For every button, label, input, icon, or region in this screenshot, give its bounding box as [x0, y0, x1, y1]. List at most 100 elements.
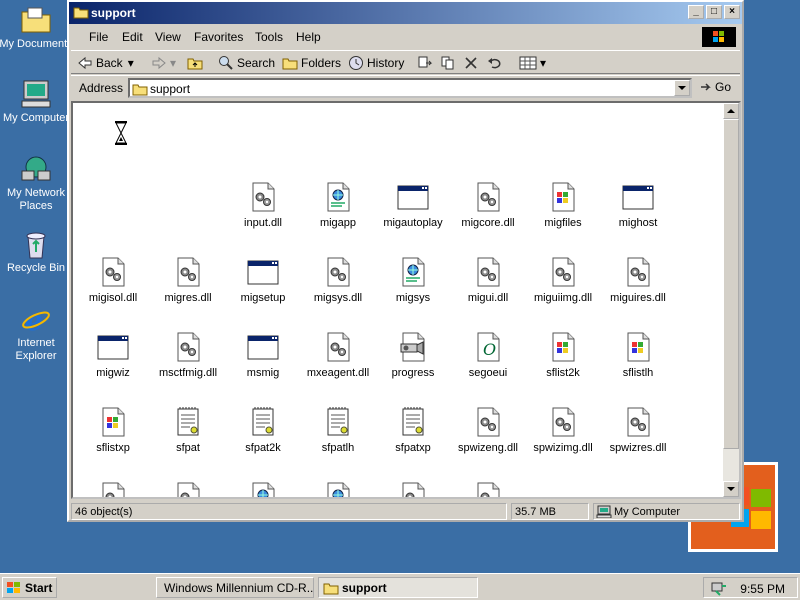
file-view[interactable]: input.dll migapp migautoplay migcore.dll mig… — [71, 101, 741, 499]
views-button[interactable]: ▾ — [519, 54, 546, 72]
taskbar-item-windows-millennium-cd[interactable]: Windows Millennium CD-R... — [156, 577, 314, 598]
vertical-scrollbar[interactable] — [723, 103, 739, 497]
file-item[interactable]: sfpat2k — [225, 406, 301, 454]
file-item[interactable]: migui.dll — [450, 256, 526, 304]
file-item[interactable]: mxeagent.dll — [300, 331, 376, 379]
file-item[interactable]: msmig — [225, 331, 301, 379]
explorer-window[interactable]: support _ □ × File Edit View Favorites T… — [67, 0, 744, 522]
taskbar-item-support[interactable]: support — [318, 577, 478, 598]
file-item[interactable]: migcore.dll — [450, 181, 526, 229]
undo-icon — [488, 58, 501, 69]
network-tray-icon[interactable] — [710, 580, 728, 596]
file-name: segoeui — [468, 367, 508, 379]
address-input[interactable]: support — [128, 78, 692, 98]
file-item[interactable]: spwizeng.dll — [450, 406, 526, 454]
file-name: migfiles — [544, 217, 582, 229]
file-name: msctfmig.dll — [158, 367, 218, 379]
menu-help[interactable]: Help — [296, 30, 321, 44]
file-item[interactable]: migsetup — [225, 256, 301, 304]
file-item[interactable]: miguiimg.dll — [525, 256, 601, 304]
file-name: miguiimg.dll — [533, 292, 593, 304]
scroll-up-button[interactable] — [723, 103, 739, 119]
file-item[interactable]: migres.dll — [150, 256, 226, 304]
dll-icon — [172, 331, 204, 363]
file-item[interactable]: sflist2k — [525, 331, 601, 379]
file-name: spwizimg.dll — [533, 442, 593, 454]
desktop-icon-internet-explorer[interactable]: e Internet Explorer — [0, 303, 73, 363]
file-item[interactable]: sflistlh — [600, 331, 676, 379]
close-button[interactable]: × — [724, 5, 740, 19]
forward-button[interactable]: ▾ — [151, 54, 176, 72]
scrollbar-thumb[interactable] — [723, 119, 739, 449]
file-item[interactable]: sflistxp — [75, 406, 151, 454]
computer-icon — [596, 505, 612, 518]
file-item[interactable]: migwiz — [75, 331, 151, 379]
menu-tools[interactable]: Tools — [255, 30, 283, 44]
start-button[interactable]: Start — [2, 577, 57, 598]
file-name: migautoplay — [383, 217, 443, 229]
file-item[interactable]: migsys.dll — [300, 256, 376, 304]
status-bar: 46 object(s) 35.7 MB My Computer — [71, 502, 740, 520]
file-name: spwizres.dll — [609, 442, 667, 454]
copy-to-button[interactable] — [440, 54, 459, 72]
minimize-button[interactable]: _ — [688, 5, 704, 19]
clock[interactable]: 9:55 PM — [740, 582, 785, 596]
undo-button[interactable] — [487, 54, 506, 72]
maximize-button[interactable]: □ — [706, 5, 722, 19]
scroll-down-button[interactable] — [723, 481, 739, 497]
file-item[interactable] — [300, 481, 376, 499]
search-button[interactable]: Search — [218, 54, 275, 72]
file-item[interactable]: spwizres.dll — [600, 406, 676, 454]
back-dropdown-icon[interactable]: ▾ — [128, 56, 134, 70]
go-button[interactable]: Go — [699, 80, 731, 94]
file-item[interactable]: miguires.dll — [600, 256, 676, 304]
file-item[interactable]: spwizimg.dll — [525, 406, 601, 454]
file-item[interactable] — [225, 481, 301, 499]
dll-icon — [472, 481, 504, 499]
back-button[interactable]: Back ▾ — [77, 54, 134, 72]
address-dropdown-button[interactable] — [674, 80, 690, 96]
menu-file[interactable]: File — [89, 30, 108, 44]
delete-button[interactable] — [464, 54, 481, 72]
dll-icon — [397, 481, 429, 499]
notepad-file-icon — [322, 406, 354, 438]
web-script-icon — [397, 256, 429, 288]
menu-view[interactable]: View — [155, 30, 181, 44]
delete-icon — [465, 57, 477, 69]
windows-file-icon — [97, 406, 129, 438]
file-item[interactable] — [450, 481, 526, 499]
file-item[interactable]: input.dll — [225, 181, 301, 229]
file-item[interactable]: migfiles — [525, 181, 601, 229]
file-item[interactable] — [375, 481, 451, 499]
file-name: miguires.dll — [610, 292, 666, 304]
file-item[interactable] — [150, 481, 226, 499]
file-item[interactable]: segoeui — [450, 331, 526, 379]
file-item[interactable]: progress — [375, 331, 451, 379]
history-button[interactable]: History — [348, 54, 404, 72]
file-item[interactable]: mighost — [600, 181, 676, 229]
file-item[interactable]: sfpatlh — [300, 406, 376, 454]
move-to-button[interactable] — [417, 54, 436, 72]
up-folder-button[interactable] — [187, 54, 206, 72]
address-label: Address — [79, 81, 124, 95]
folders-button[interactable]: Folders — [282, 54, 341, 72]
file-item[interactable]: migsys — [375, 256, 451, 304]
file-item[interactable]: migautoplay — [375, 181, 451, 229]
file-item[interactable]: migapp — [300, 181, 376, 229]
menu-favorites[interactable]: Favorites — [194, 30, 243, 44]
desktop-icon-my-computer[interactable]: My Computer — [0, 78, 73, 125]
file-name: migui.dll — [467, 292, 509, 304]
file-name: mighost — [618, 217, 658, 229]
desktop-icon-my-network-places[interactable]: My Network Places — [0, 153, 73, 213]
folder-icon — [73, 5, 89, 19]
desktop-icon-recycle-bin[interactable]: Recycle Bin — [0, 228, 73, 275]
file-item[interactable]: msctfmig.dll — [150, 331, 226, 379]
title-bar[interactable]: support _ □ × — [69, 2, 742, 24]
file-item[interactable]: sfpatxp — [375, 406, 451, 454]
desktop-icon-my-documents[interactable]: My Documents — [0, 4, 73, 51]
web-script-icon — [322, 481, 354, 499]
file-item[interactable] — [75, 481, 151, 499]
file-item[interactable]: migisol.dll — [75, 256, 151, 304]
file-item[interactable]: sfpat — [150, 406, 226, 454]
menu-edit[interactable]: Edit — [122, 30, 143, 44]
